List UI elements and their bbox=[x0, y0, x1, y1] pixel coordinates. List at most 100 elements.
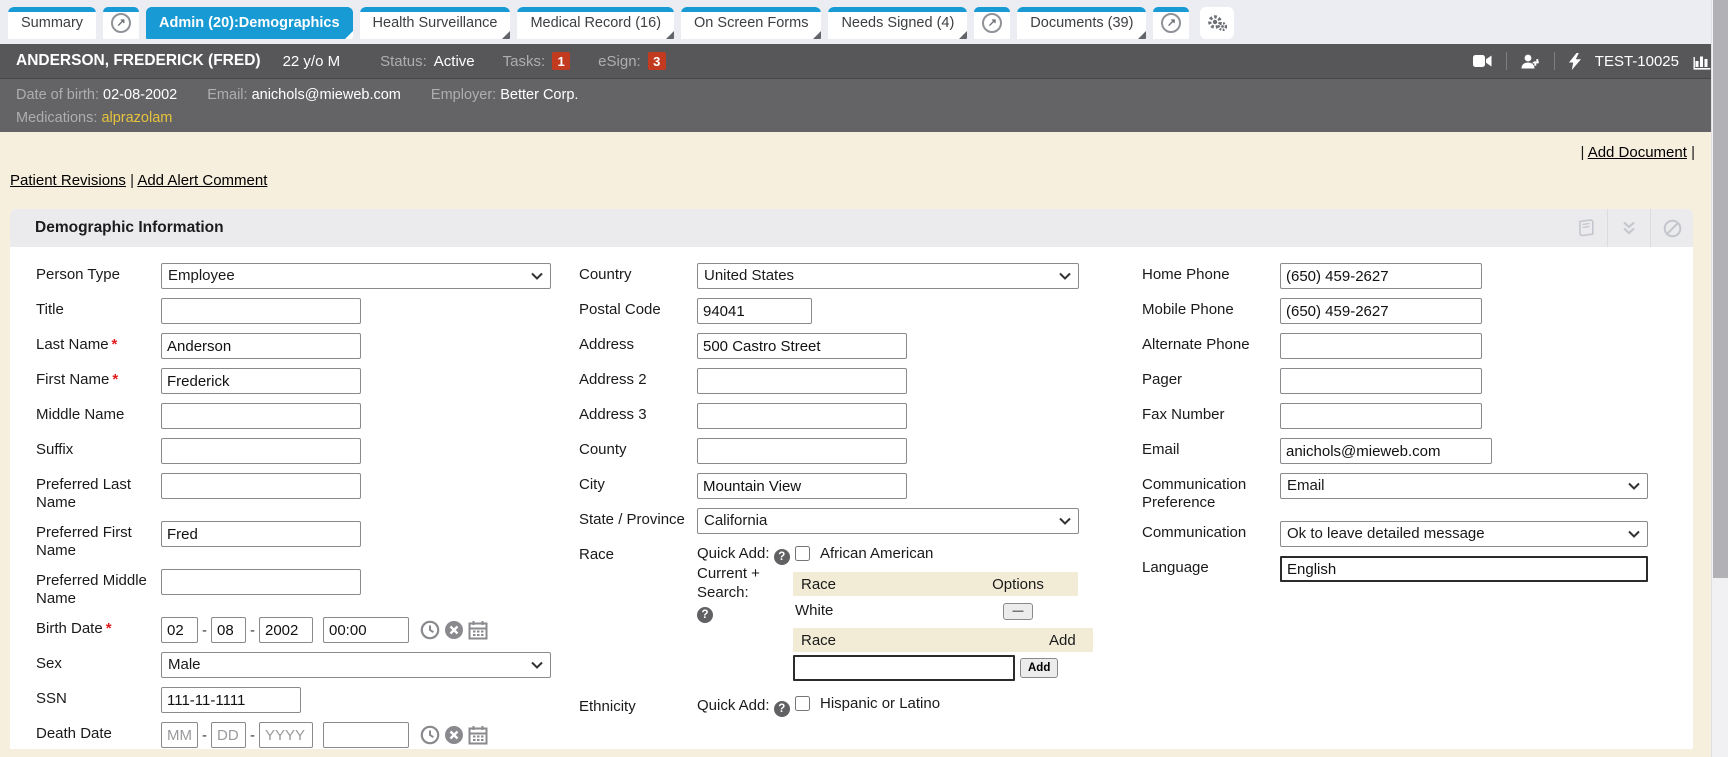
time-now-button[interactable] bbox=[420, 725, 440, 745]
add-document-link[interactable]: Add Document bbox=[1588, 144, 1687, 161]
communication-select[interactable]: Ok to leave detailed message bbox=[1280, 521, 1648, 547]
tab-on-screen-forms[interactable]: On Screen Forms bbox=[681, 7, 821, 39]
tab-settings-button[interactable] bbox=[1200, 7, 1234, 39]
email-label: Email: bbox=[207, 87, 247, 103]
language-input[interactable] bbox=[1280, 556, 1648, 582]
add-alert-comment-link[interactable]: Add Alert Comment bbox=[137, 172, 267, 189]
scrollbar-thumb[interactable] bbox=[1713, 0, 1728, 578]
ethnicity-hispanic-checkbox[interactable] bbox=[795, 696, 810, 711]
preferred-first-name-input[interactable] bbox=[161, 521, 361, 547]
country-select[interactable]: United States bbox=[697, 263, 1079, 289]
chevron-down-icon bbox=[531, 272, 543, 280]
death-year-input[interactable] bbox=[259, 722, 313, 748]
postal-code-input[interactable] bbox=[697, 298, 812, 324]
tab-health-surveillance[interactable]: Health Surveillance bbox=[360, 7, 511, 39]
preferred-last-name-input[interactable] bbox=[161, 473, 361, 499]
video-camera-icon[interactable] bbox=[1473, 54, 1492, 68]
remove-race-button[interactable]: — bbox=[1003, 603, 1033, 620]
alternate-phone-label: Alternate Phone bbox=[1142, 333, 1280, 354]
vertical-scrollbar[interactable] bbox=[1711, 0, 1728, 757]
tasks-count-badge[interactable]: 1 bbox=[552, 52, 570, 70]
tab-summary[interactable]: Summary bbox=[8, 7, 96, 39]
last-name-label: Last Name* bbox=[36, 333, 161, 354]
bar-chart-icon[interactable] bbox=[1693, 53, 1712, 70]
tab-needs-signed-label: Needs Signed (4) bbox=[841, 15, 954, 31]
time-now-button[interactable] bbox=[420, 620, 440, 640]
address3-input[interactable] bbox=[697, 403, 907, 429]
birth-month-input[interactable] bbox=[161, 617, 198, 643]
sex-select[interactable]: Male bbox=[161, 652, 551, 678]
medications-value[interactable]: alprazolam bbox=[101, 110, 172, 126]
birth-time-input[interactable] bbox=[323, 617, 409, 643]
clear-circle-icon bbox=[444, 725, 464, 745]
medications-label: Medications: bbox=[16, 110, 97, 126]
last-name-input[interactable] bbox=[161, 333, 361, 359]
person-type-select[interactable]: Employee bbox=[161, 263, 551, 289]
dob-label: Date of birth: bbox=[16, 87, 99, 103]
add-person-icon[interactable] bbox=[1521, 54, 1540, 69]
options-column-header: Options bbox=[958, 576, 1078, 593]
separator: | bbox=[1691, 144, 1695, 161]
death-day-input[interactable] bbox=[211, 722, 246, 748]
state-province-select[interactable]: California bbox=[697, 508, 1079, 534]
race-section: Race Quick Add: ? Current + Search: ? Af… bbox=[579, 543, 1120, 681]
document-link-row: | Add Document | bbox=[0, 144, 1728, 161]
address2-label: Address 2 bbox=[579, 368, 697, 389]
calendar-picker-button[interactable] bbox=[468, 725, 488, 745]
birth-day-input[interactable] bbox=[211, 617, 246, 643]
status-value: Active bbox=[434, 53, 475, 70]
panel-header: Demographic Information bbox=[10, 209, 1693, 247]
panel-title: Demographic Information bbox=[35, 219, 224, 237]
clear-date-button[interactable] bbox=[444, 725, 464, 745]
race-african-american-checkbox[interactable] bbox=[795, 546, 810, 561]
book-icon bbox=[1576, 219, 1595, 237]
race-column-header: Race bbox=[793, 576, 958, 593]
preferred-middle-name-input[interactable] bbox=[161, 569, 361, 595]
help-icon[interactable]: ? bbox=[774, 549, 790, 565]
clear-date-button[interactable] bbox=[444, 620, 464, 640]
pager-input[interactable] bbox=[1280, 368, 1482, 394]
city-input[interactable] bbox=[697, 473, 907, 499]
birth-year-input[interactable] bbox=[259, 617, 313, 643]
patient-revisions-link[interactable]: Patient Revisions bbox=[10, 172, 126, 189]
tab-documents[interactable]: Documents (39) bbox=[1017, 7, 1146, 39]
panel-journal-button[interactable] bbox=[1564, 209, 1607, 247]
panel-disable-button[interactable] bbox=[1650, 209, 1693, 247]
communication-preference-select[interactable]: Email bbox=[1280, 473, 1648, 499]
tab-admin-demographics[interactable]: Admin (20):Demographics bbox=[146, 7, 352, 39]
alternate-phone-input[interactable] bbox=[1280, 333, 1482, 359]
mobile-phone-input[interactable] bbox=[1280, 298, 1482, 324]
language-label: Language bbox=[1142, 556, 1280, 577]
address2-input[interactable] bbox=[697, 368, 907, 394]
death-month-input[interactable] bbox=[161, 722, 198, 748]
death-time-input[interactable] bbox=[323, 722, 409, 748]
first-name-input[interactable] bbox=[161, 368, 361, 394]
add-race-button[interactable]: Add bbox=[1020, 658, 1058, 678]
home-phone-input[interactable] bbox=[1280, 263, 1482, 289]
help-icon[interactable]: ? bbox=[697, 607, 713, 623]
tab-summary-popout-button[interactable]: ↗ bbox=[103, 7, 139, 39]
calendar-picker-button[interactable] bbox=[468, 620, 488, 640]
tab-documents-popout-button[interactable]: ↗ bbox=[1153, 7, 1189, 39]
middle-name-input[interactable] bbox=[161, 403, 361, 429]
fax-number-label: Fax Number bbox=[1142, 403, 1280, 424]
panel-collapse-button[interactable] bbox=[1607, 209, 1650, 247]
fax-number-input[interactable] bbox=[1280, 403, 1482, 429]
help-icon[interactable]: ? bbox=[774, 701, 790, 717]
separator: | bbox=[130, 172, 134, 189]
ssn-label: SSN bbox=[36, 687, 161, 708]
required-asterisk: * bbox=[112, 371, 118, 388]
esign-count-badge[interactable]: 3 bbox=[648, 52, 666, 70]
lightning-bolt-icon[interactable] bbox=[1569, 53, 1581, 70]
ssn-input[interactable] bbox=[161, 687, 301, 713]
tab-medical-record[interactable]: Medical Record (16) bbox=[517, 7, 674, 39]
address-input[interactable] bbox=[697, 333, 907, 359]
suffix-input[interactable] bbox=[161, 438, 361, 464]
tab-needs-signed-popout-button[interactable]: ↗ bbox=[974, 7, 1010, 39]
county-input[interactable] bbox=[697, 438, 907, 464]
tab-needs-signed[interactable]: Needs Signed (4) bbox=[828, 7, 967, 39]
race-search-input[interactable] bbox=[793, 655, 1015, 681]
email-value: anichols@mieweb.com bbox=[252, 87, 401, 103]
title-input[interactable] bbox=[161, 298, 361, 324]
email-input[interactable] bbox=[1280, 438, 1492, 464]
